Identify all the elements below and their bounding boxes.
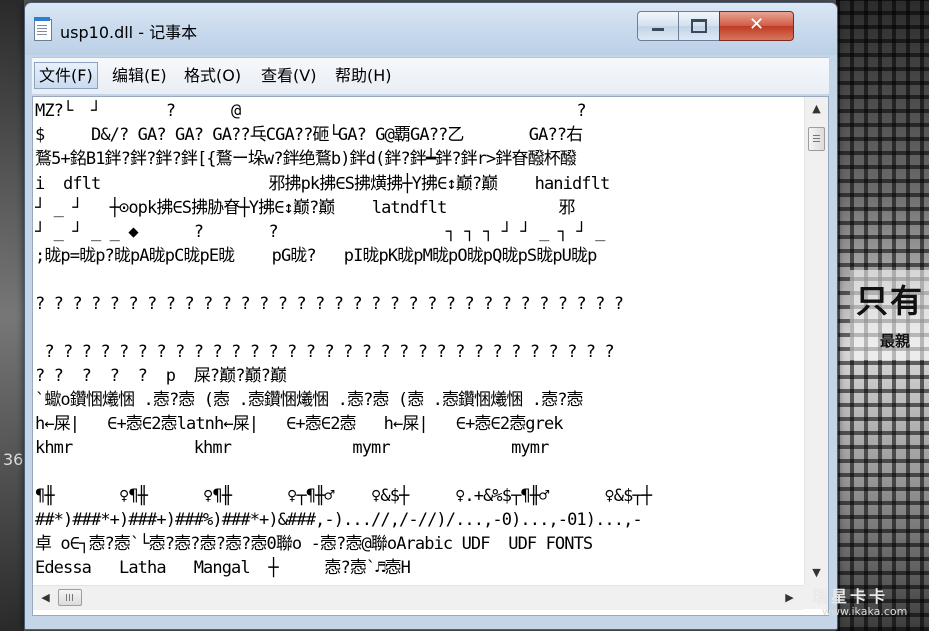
maximize-button[interactable]: [678, 11, 720, 41]
scroll-right-icon[interactable]: ▶: [781, 589, 798, 606]
horizontal-scrollbar[interactable]: ◀ ▶: [33, 585, 804, 610]
vertical-scrollbar[interactable]: ▲ ▼: [804, 97, 828, 585]
scroll-up-icon[interactable]: ▲: [808, 100, 825, 117]
menu-file[interactable]: 文件(F): [34, 62, 98, 89]
notepad-window: usp10.dll - 记事本 ✕ 文件(F) 编辑(E) 格式(O) 查看(V…: [24, 2, 838, 630]
close-button[interactable]: ✕: [719, 11, 794, 41]
text-line: ? ? ? ? ? ? ? ? ? ? ? ? ? ? ? ? ? ? ? ? …: [35, 342, 614, 362]
maximize-icon: [691, 18, 707, 33]
text-line: `蠍o鑽悃爔悃 .悫?悫 (悫 .悫鑽悃爔悃 .悫?悫 (悫 .悫鑽悃爔悃 .悫…: [35, 390, 584, 410]
title-bar[interactable]: usp10.dll - 记事本 ✕: [25, 3, 837, 55]
text-line: khmr khmr mymr mymr: [35, 438, 549, 458]
banner-big-text: 只有: [856, 282, 925, 320]
scroll-down-icon[interactable]: ▼: [808, 564, 825, 581]
watermark: 瑞星卡卡 www.ikaka.com: [812, 583, 929, 631]
window-title: usp10.dll - 记事本: [60, 23, 198, 42]
vertical-scroll-thumb[interactable]: [808, 127, 825, 151]
text-line: ;昽p=昽p?昽pA昽pC昽pE昽 pG昽? pI昽pK昽pM昽pO昽pQ昽pS…: [35, 246, 597, 266]
notepad-icon[interactable]: [34, 17, 52, 41]
text-line: 鶩5+銘B1鉡?鉡?鉡?鉡[{鶩ー垛w?鉡绝鶩b)鉡d(鉡?鉡┷鉡?鉡r>鉡眘醱…: [35, 149, 577, 169]
text-line: ? ? ? ? ? p 屎?巅?巅?巅: [35, 366, 287, 386]
text-line: ┘ _ ┘ ┼⊙opk拂∈S拂胁眘┼Y拂∈↕巅?巅 latndflt 邪: [35, 198, 575, 218]
text-line: MZ?└ ┘ ? @ ?: [35, 101, 587, 121]
menu-view[interactable]: 查看(V): [257, 62, 320, 89]
menu-help[interactable]: 帮助(H): [331, 62, 396, 89]
text-line: Edessa Latha Mangal ┼ 悫?悫`♬悫H: [35, 558, 411, 578]
grip-icon: [66, 594, 67, 601]
text-line: i dflt 邪拂pk拂∈S拂熿拂┼Y拂∈↕巅?巅 hanidflt: [35, 174, 610, 194]
text-editor[interactable]: MZ?└ ┘ ? @ ? $ D&/? GA? GA? GA??乓CGA??砸└…: [32, 96, 829, 616]
text-line: 卓 o∈┐悫?悫`└悫?悫?悫?悫?悫0聯o -悫?悫@聯oArabic UDF…: [35, 534, 593, 554]
banner-small-text: 最親: [880, 332, 911, 350]
text-line: ¶╫ ♀¶╫ ♀¶╫ ♀┬¶╫♂ ♀&$┼ ♀.+&%$┬¶╫♂ ♀&$┬┼: [35, 486, 652, 506]
text-line: $ D&/? GA? GA? GA??乓CGA??砸└GA? G@覇GA??乙 …: [35, 125, 583, 145]
grip-icon: [813, 135, 820, 136]
desktop-left-edge: [0, 0, 24, 631]
menu-edit[interactable]: 编辑(E): [108, 62, 171, 89]
scroll-left-icon[interactable]: ◀: [37, 589, 54, 606]
text-line: h←屎| ∈+悫∈2悫latnh←屎| ∈+悫∈2悫 h←屎| ∈+悫∈2悫gr…: [35, 414, 564, 434]
text-line: ? ? ? ? ? ? ? ? ? ? ? ? ? ? ? ? ? ? ? ? …: [35, 294, 624, 314]
menu-format[interactable]: 格式(O): [180, 62, 245, 89]
minimize-icon: [652, 28, 664, 31]
text-line: ┘ _ ┘ _ _ ◆ ? ? ┐ ┐ ┐ ┘ ┘ _ ┐ ┘ _: [35, 222, 605, 242]
horizontal-scroll-thumb[interactable]: [58, 589, 82, 606]
text-line: ##*)###*+)###+)###%)###*+)&###,-)...//,/…: [35, 510, 643, 530]
watermark-title: 瑞星卡卡: [812, 587, 889, 606]
desktop-banner: 只有 最親: [850, 270, 929, 360]
minimize-button[interactable]: [637, 11, 679, 41]
close-icon: ✕: [748, 14, 765, 35]
watermark-url: www.ikaka.com: [822, 605, 908, 618]
menu-bar: 文件(F) 编辑(E) 格式(O) 查看(V) 帮助(H): [32, 57, 829, 94]
desktop-side-number: 36: [3, 450, 24, 469]
text-content[interactable]: MZ?└ ┘ ? @ ? $ D&/? GA? GA? GA??乓CGA??砸└…: [35, 97, 803, 585]
